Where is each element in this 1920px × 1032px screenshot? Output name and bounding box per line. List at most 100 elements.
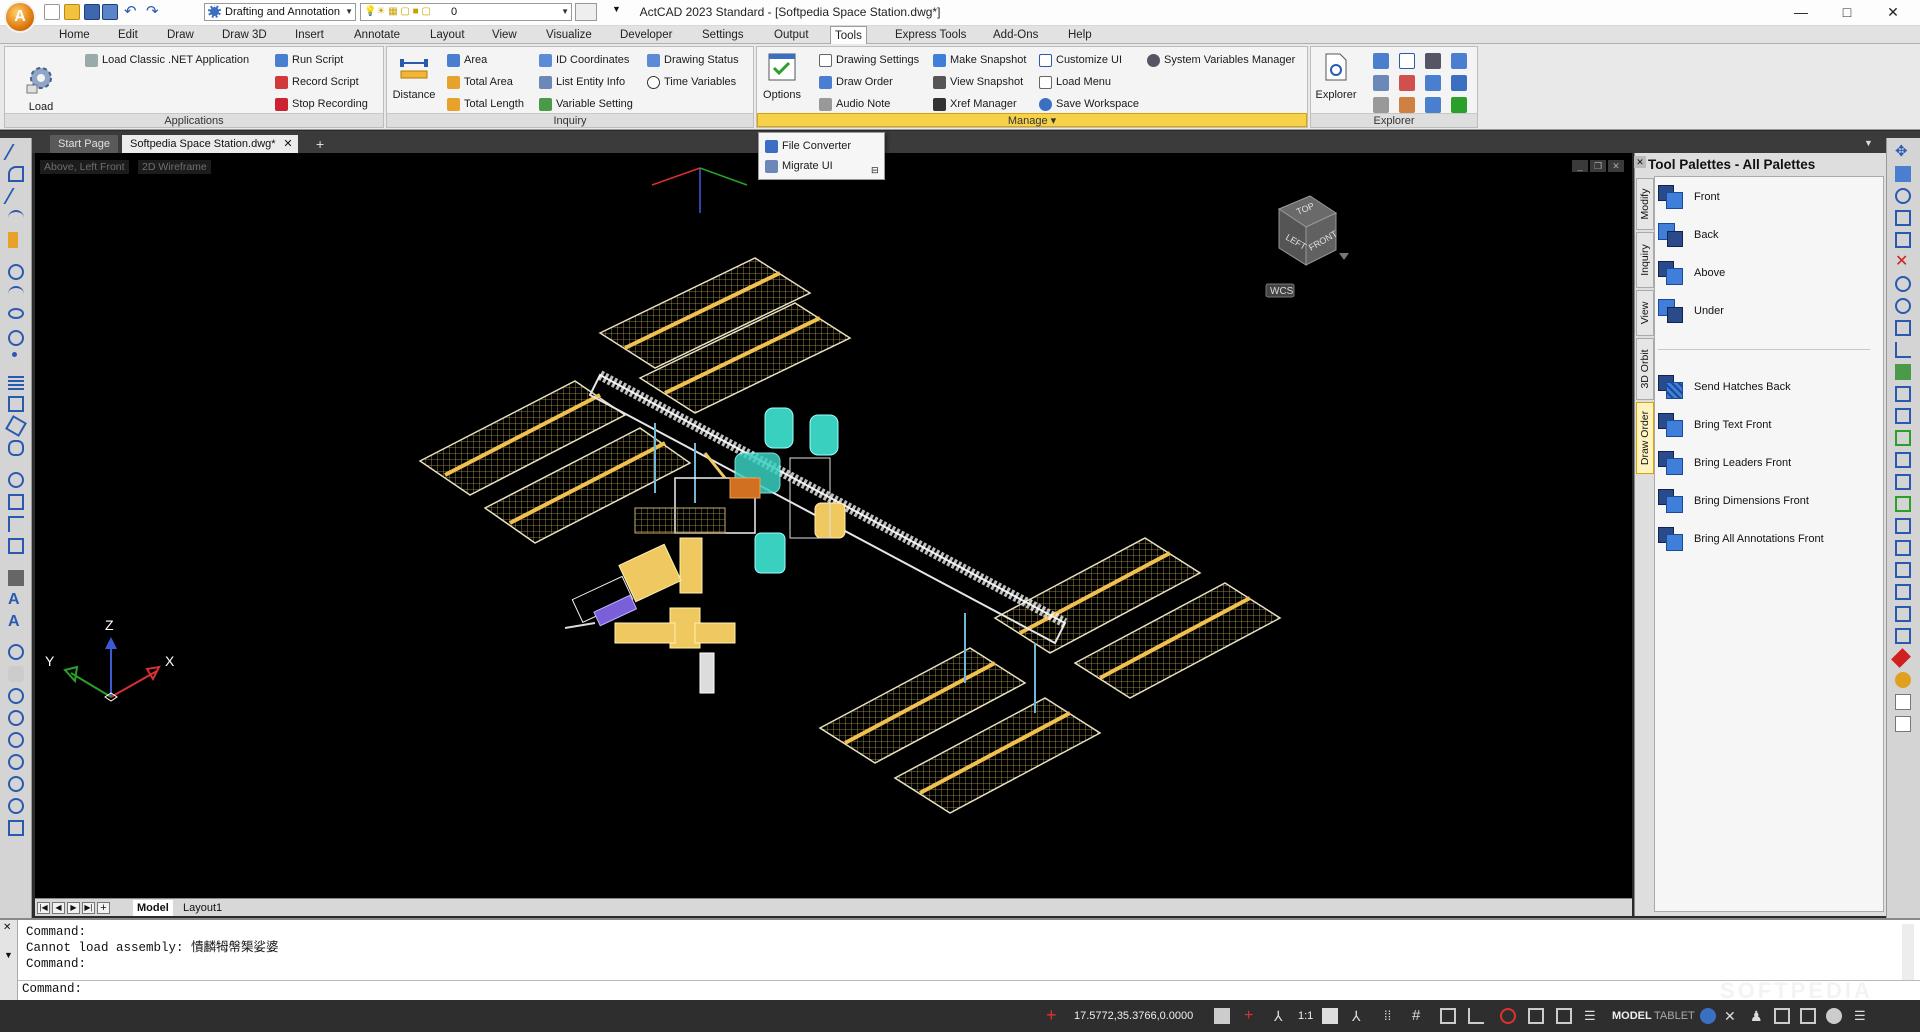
tab-output[interactable]: Output: [770, 26, 813, 44]
tab-developer[interactable]: Developer: [616, 26, 676, 44]
fillet-icon[interactable]: [1895, 496, 1911, 512]
grid-icon[interactable]: #: [1412, 1008, 1428, 1024]
close-icon[interactable]: ✕: [283, 135, 292, 153]
rotate-3d-icon[interactable]: [1895, 298, 1911, 314]
tab-layout[interactable]: Layout: [426, 26, 469, 44]
last-layout-icon[interactable]: ▶|: [82, 902, 95, 914]
clean-screen-icon[interactable]: [1800, 1008, 1816, 1024]
chamfer-icon[interactable]: [1895, 474, 1911, 490]
view-direction-label[interactable]: Above, Left Front: [40, 160, 129, 174]
text-style-icon[interactable]: [1399, 53, 1415, 69]
time-variables-button[interactable]: Time Variables: [645, 73, 736, 91]
explorer-button[interactable]: Explorer: [1313, 51, 1359, 101]
tab-layout1[interactable]: Layout1: [179, 900, 226, 916]
object-tracking-icon[interactable]: [1528, 1008, 1544, 1024]
linetypes-icon[interactable]: [1373, 97, 1389, 113]
palette-tab-inquiry[interactable]: Inquiry: [1636, 232, 1654, 288]
tab-annotate[interactable]: Annotate: [350, 26, 404, 44]
customize-ui-button[interactable]: Customize UI: [1037, 51, 1122, 69]
screen-icon[interactable]: [1774, 1008, 1790, 1024]
tab-view[interactable]: View: [488, 26, 521, 44]
close-icon[interactable]: ✕: [1634, 156, 1646, 168]
tab-help[interactable]: Help: [1064, 26, 1096, 44]
lengthen-icon[interactable]: [1895, 540, 1911, 556]
pan-hand-icon[interactable]: [8, 666, 24, 682]
list-entity-info-button[interactable]: List Entity Info: [537, 73, 625, 91]
zoom-out-icon[interactable]: [8, 798, 24, 814]
tablet-toggle[interactable]: TABLET: [1654, 1010, 1695, 1022]
scale-icon[interactable]: [1895, 276, 1911, 292]
multileader-icon[interactable]: [1399, 97, 1415, 113]
view-snapshot-button[interactable]: View Snapshot: [931, 73, 1023, 91]
minimize-icon[interactable]: _: [1572, 160, 1588, 172]
maximize-button[interactable]: □: [1824, 2, 1870, 24]
zoom-extents-icon[interactable]: [8, 754, 24, 770]
previous-layout-icon[interactable]: ◀: [52, 902, 65, 914]
tab-edit[interactable]: Edit: [114, 26, 142, 44]
tab-visualize[interactable]: Visualize: [542, 26, 596, 44]
coordinate-systems-icon[interactable]: [1373, 75, 1389, 91]
hardware-acceleration-icon[interactable]: [1826, 1008, 1842, 1024]
rectangle-icon[interactable]: [8, 396, 24, 412]
annotation-visibility-icon[interactable]: [1322, 1008, 1338, 1024]
record-script-button[interactable]: Record Script: [273, 73, 359, 91]
total-length-button[interactable]: Total Length: [445, 95, 524, 113]
mirror-3d-icon[interactable]: [1895, 364, 1911, 380]
polyline-icon[interactable]: [8, 166, 24, 182]
command-input[interactable]: Command:: [18, 980, 1920, 998]
xref-manager-button[interactable]: Xref Manager: [931, 95, 1017, 113]
stop-recording-button[interactable]: Stop Recording: [273, 95, 368, 113]
revision-cloud-icon[interactable]: [8, 440, 24, 456]
zoom-in-icon[interactable]: [8, 776, 24, 792]
distance-button[interactable]: Distance: [389, 51, 439, 101]
copy-icon[interactable]: [1895, 166, 1911, 182]
palette-item-bring-all-annotations-front[interactable]: Bring All Annotations Front: [1658, 525, 1878, 553]
visual-style-label[interactable]: 2D Wireframe: [138, 160, 211, 174]
id-coordinates-button[interactable]: ID Coordinates: [537, 51, 629, 69]
tab-home[interactable]: Home: [55, 26, 94, 44]
ray-icon[interactable]: [3, 188, 29, 204]
circle-icon[interactable]: [8, 264, 24, 280]
coordinate-readout[interactable]: 17.5772,35.3766,0.0000: [1074, 1010, 1193, 1022]
mirror-icon[interactable]: [1895, 342, 1911, 358]
spline-icon[interactable]: [8, 210, 24, 226]
break-icon[interactable]: [1895, 430, 1911, 446]
first-layout-icon[interactable]: |◀: [37, 902, 50, 914]
views-icon[interactable]: [1425, 75, 1441, 91]
palette-item-send-hatches-back[interactable]: Send Hatches Back: [1658, 373, 1878, 401]
restore-icon[interactable]: ❐: [1590, 160, 1606, 172]
next-layout-icon[interactable]: ▶: [67, 902, 80, 914]
snap-icon[interactable]: +: [1244, 1008, 1260, 1024]
edit-hatch-icon[interactable]: [1895, 628, 1911, 644]
status-menu-icon[interactable]: ☰: [1854, 1008, 1870, 1024]
close-button[interactable]: ✕: [1870, 2, 1916, 24]
boundary-icon[interactable]: [8, 516, 24, 532]
donut-2-icon[interactable]: [8, 472, 24, 488]
properties-icon[interactable]: [1895, 672, 1911, 688]
table-icon[interactable]: [8, 570, 24, 586]
palette-item-bring-leaders-front[interactable]: Bring Leaders Front: [1658, 449, 1878, 477]
array-icon[interactable]: [1895, 232, 1911, 248]
extend-icon[interactable]: [1895, 408, 1911, 424]
dynamic-input-icon[interactable]: ⁞⁞: [1384, 1008, 1400, 1024]
options-button[interactable]: Options: [759, 51, 805, 101]
area-button[interactable]: Area: [445, 51, 487, 69]
lineweight-icon[interactable]: [1556, 1008, 1572, 1024]
workspace-gear-icon[interactable]: [1700, 1008, 1716, 1024]
system-variables-manager-button[interactable]: System Variables Manager: [1145, 51, 1295, 69]
run-script-button[interactable]: Run Script: [273, 51, 343, 69]
layers-icon[interactable]: [1373, 53, 1389, 69]
palette-item-back[interactable]: Back: [1658, 221, 1878, 249]
drawing-settings-button[interactable]: Drawing Settings: [817, 51, 919, 69]
palette-item-above[interactable]: Above: [1658, 259, 1878, 287]
edit-polyline-icon[interactable]: [1895, 584, 1911, 600]
offset-icon[interactable]: [1895, 210, 1911, 226]
point-icon[interactable]: [12, 352, 17, 357]
isolate-icon[interactable]: ✕: [1724, 1008, 1740, 1024]
explode-icon[interactable]: [1895, 562, 1911, 578]
text-icon[interactable]: A: [8, 614, 24, 630]
tab-draw[interactable]: Draw: [163, 26, 198, 44]
snap-grid-icon[interactable]: [1214, 1008, 1230, 1024]
stretch-icon[interactable]: [1895, 320, 1911, 336]
file-converter-item[interactable]: File Converter: [763, 137, 851, 155]
